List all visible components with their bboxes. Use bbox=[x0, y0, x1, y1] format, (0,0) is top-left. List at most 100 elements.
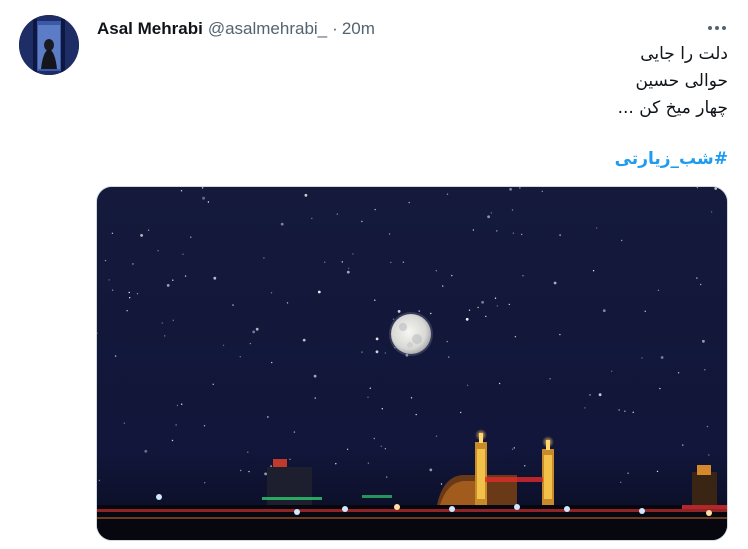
star bbox=[172, 319, 174, 321]
star bbox=[512, 232, 515, 234]
star bbox=[201, 187, 204, 189]
avatar-image bbox=[19, 15, 79, 75]
tweet-text-line: دلت را جایی bbox=[640, 44, 728, 64]
star bbox=[429, 468, 433, 472]
star bbox=[252, 330, 256, 334]
star bbox=[660, 356, 664, 359]
star bbox=[240, 469, 242, 472]
star bbox=[374, 299, 376, 301]
star bbox=[448, 356, 450, 358]
star bbox=[611, 370, 613, 372]
star bbox=[184, 275, 187, 277]
star bbox=[375, 337, 379, 341]
star bbox=[314, 397, 316, 399]
star bbox=[477, 306, 479, 309]
star bbox=[367, 462, 370, 464]
timestamp[interactable]: 20m bbox=[342, 19, 375, 39]
tweet[interactable]: Asal Mehrabi @asalmehrabi_ · 20m دلت را … bbox=[0, 0, 748, 549]
star bbox=[212, 383, 214, 385]
star bbox=[708, 454, 710, 456]
star bbox=[267, 416, 269, 418]
star bbox=[592, 270, 595, 272]
star bbox=[176, 404, 179, 407]
star bbox=[263, 257, 265, 259]
hashtag-link[interactable]: #شب_زیارتی bbox=[615, 146, 728, 173]
star bbox=[410, 397, 413, 399]
author-name[interactable]: Asal Mehrabi bbox=[97, 19, 203, 39]
star bbox=[702, 339, 705, 343]
star bbox=[522, 275, 524, 277]
star bbox=[375, 350, 379, 354]
star bbox=[247, 451, 249, 453]
star bbox=[509, 187, 512, 191]
star bbox=[624, 410, 626, 412]
author-handle[interactable]: @asalmehrabi_ bbox=[208, 19, 327, 39]
star bbox=[140, 234, 143, 237]
tweet-media-image[interactable] bbox=[96, 186, 728, 541]
star bbox=[289, 458, 291, 460]
star bbox=[498, 382, 501, 385]
star bbox=[302, 338, 306, 342]
star bbox=[451, 274, 453, 277]
star bbox=[144, 449, 148, 453]
tweet-text: دلت را جایی حوالی حسین چهار میخ کن ... bbox=[228, 41, 728, 122]
star bbox=[465, 317, 469, 321]
star bbox=[388, 233, 391, 235]
star bbox=[618, 409, 620, 411]
star bbox=[481, 300, 484, 304]
tweet-header: Asal Mehrabi @asalmehrabi_ · 20m bbox=[97, 19, 375, 41]
star bbox=[126, 310, 128, 312]
star bbox=[317, 290, 321, 294]
star bbox=[397, 310, 401, 313]
star bbox=[335, 463, 337, 465]
star bbox=[494, 297, 497, 299]
star bbox=[202, 196, 205, 200]
star bbox=[714, 187, 718, 190]
star bbox=[418, 310, 420, 312]
star bbox=[595, 227, 598, 229]
star bbox=[657, 289, 660, 291]
star bbox=[440, 483, 443, 485]
star bbox=[511, 448, 514, 450]
star bbox=[157, 250, 159, 252]
star bbox=[710, 211, 713, 213]
star bbox=[270, 292, 273, 294]
star bbox=[249, 342, 252, 345]
star bbox=[602, 309, 606, 312]
star bbox=[232, 304, 234, 306]
star bbox=[161, 322, 163, 324]
star bbox=[472, 229, 475, 231]
star bbox=[373, 437, 375, 440]
star bbox=[324, 261, 326, 263]
star bbox=[659, 387, 661, 390]
star bbox=[519, 187, 521, 189]
star bbox=[700, 283, 702, 286]
star bbox=[430, 312, 432, 315]
star bbox=[704, 369, 706, 371]
star bbox=[341, 261, 343, 263]
avatar[interactable] bbox=[19, 15, 79, 75]
star bbox=[656, 470, 659, 473]
star bbox=[182, 253, 184, 255]
star bbox=[559, 234, 561, 236]
star bbox=[696, 277, 698, 279]
star bbox=[384, 448, 387, 450]
star bbox=[128, 291, 130, 294]
star bbox=[490, 212, 493, 214]
star bbox=[641, 357, 643, 359]
star bbox=[381, 408, 383, 410]
star bbox=[114, 355, 117, 357]
star bbox=[346, 270, 350, 274]
star bbox=[369, 387, 371, 389]
more-horizontal-icon[interactable] bbox=[706, 20, 728, 36]
star bbox=[446, 340, 448, 343]
star bbox=[207, 201, 210, 203]
star bbox=[136, 293, 139, 295]
star bbox=[487, 215, 490, 219]
star bbox=[352, 253, 354, 255]
star bbox=[311, 217, 313, 220]
star bbox=[446, 193, 449, 195]
star bbox=[706, 425, 709, 428]
star bbox=[255, 327, 259, 331]
star bbox=[213, 276, 217, 280]
